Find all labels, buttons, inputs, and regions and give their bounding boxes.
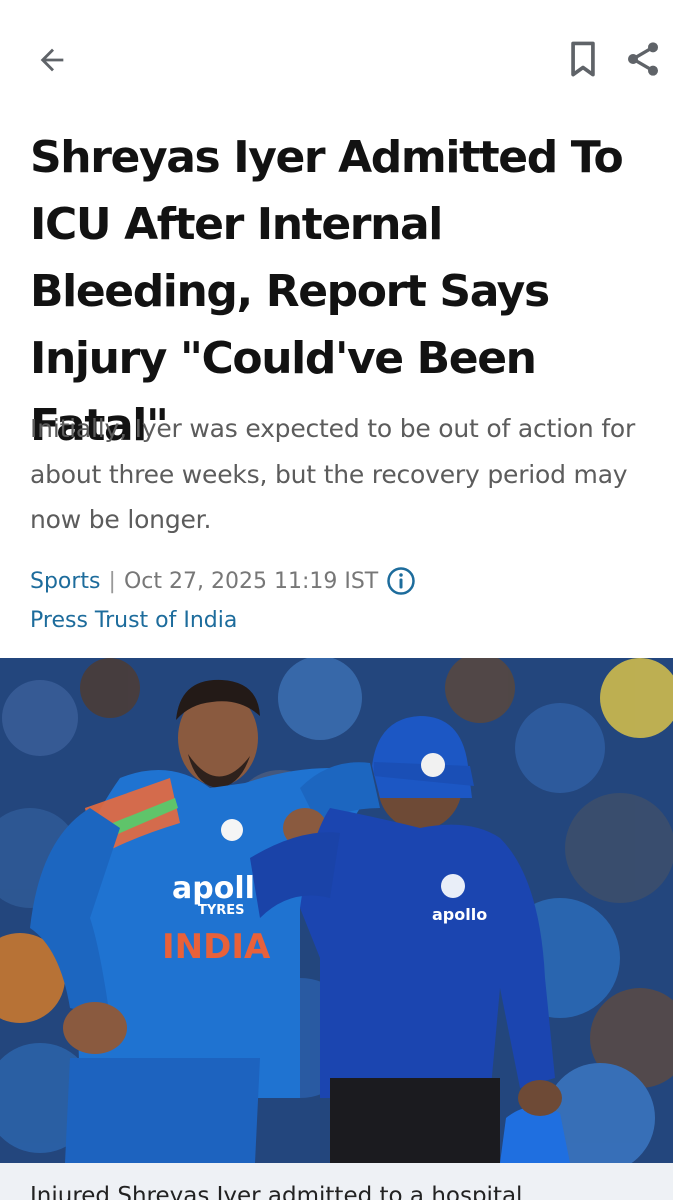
bookmark-button[interactable] bbox=[560, 36, 606, 82]
image-caption-text: Injured Shreyas Iyer admitted to a hospi… bbox=[30, 1183, 523, 1200]
jersey-team-text: INDIA bbox=[162, 927, 271, 967]
source-link[interactable]: Press Trust of India bbox=[30, 608, 237, 633]
article-image[interactable]: apollo TYRES INDIA apollo bbox=[0, 658, 673, 1163]
article-summary: Initially, Iyer was expected to be out o… bbox=[30, 414, 636, 534]
top-toolbar bbox=[0, 0, 673, 118]
share-button[interactable] bbox=[618, 36, 668, 82]
share-icon bbox=[628, 42, 658, 76]
image-caption: Injured Shreyas Iyer admitted to a hospi… bbox=[0, 1163, 673, 1200]
meta-separator: | bbox=[108, 568, 116, 594]
info-icon[interactable] bbox=[386, 566, 416, 596]
article-meta: Sports | Oct 27, 2025 11:19 IST bbox=[30, 563, 416, 599]
publish-timestamp: Oct 27, 2025 11:19 IST bbox=[123, 568, 379, 594]
bookmark-icon bbox=[571, 41, 595, 77]
arrow-left-icon bbox=[40, 48, 64, 72]
category-link[interactable]: Sports bbox=[30, 569, 101, 594]
svg-text:apollo: apollo bbox=[432, 905, 487, 924]
back-button[interactable] bbox=[28, 38, 76, 82]
bcci-logo-icon bbox=[221, 819, 243, 841]
jersey-sponsor-sub-text: TYRES bbox=[198, 903, 245, 918]
